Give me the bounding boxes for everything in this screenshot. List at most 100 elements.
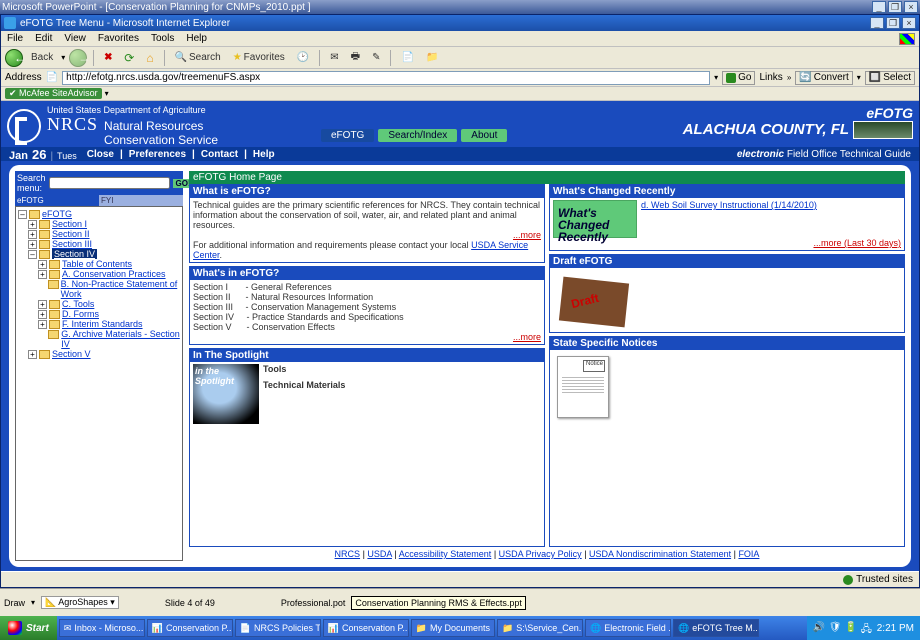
draft-folder-image[interactable] <box>557 274 627 326</box>
tray-icon[interactable]: 🔊 <box>813 622 825 634</box>
draw-label[interactable]: Draw <box>4 598 25 608</box>
ie-icon <box>4 17 16 29</box>
nrcs-sub2: Conservation Service <box>104 133 218 147</box>
footer-nondiscrimination[interactable]: USDA Nondiscrimination Statement <box>589 549 731 559</box>
convert-button[interactable]: 🔄Convert <box>795 71 852 85</box>
efotg-logo: eFOTG <box>683 105 913 121</box>
link-contact[interactable]: Contact <box>201 149 238 160</box>
history-button[interactable]: 🕑 <box>293 51 313 64</box>
home-button[interactable]: ⌂ <box>142 50 157 66</box>
slide-counter: Slide 4 of 49 <box>165 598 215 608</box>
menu-file[interactable]: File <box>7 33 23 44</box>
changed-more-link[interactable]: ...more (Last 30 days) <box>813 238 901 248</box>
panel-changed: What's Changed Recently What'sChangedRec… <box>549 184 905 251</box>
menu-edit[interactable]: Edit <box>35 33 52 44</box>
select-button[interactable]: 🔲Select <box>865 71 915 85</box>
task-ppt1[interactable]: 📊Conservation P... <box>147 619 233 637</box>
sidebar: Search menu: GO! eFOTG FYI –eFOTG +Secti… <box>15 171 183 561</box>
misc-icon-2[interactable]: 📁 <box>422 51 442 64</box>
panel-whats-in: What's in eFOTG? Section I - General Ref… <box>189 266 545 345</box>
tree-view[interactable]: –eFOTG +Section I +Section II +Section I… <box>15 206 183 561</box>
tray-icon[interactable]: 🔋 <box>845 622 857 634</box>
spotlight-tech-link[interactable]: Technical Materials <box>263 380 345 390</box>
footer-nrcs[interactable]: NRCS <box>335 549 361 559</box>
print-button[interactable]: 🖶 <box>347 48 364 67</box>
tree-s3[interactable]: Section III <box>52 239 92 249</box>
tab-efotg[interactable]: eFOTG <box>321 129 374 142</box>
tree-g[interactable]: G. Archive Materials - Section IV <box>61 329 180 349</box>
mail-button[interactable]: ✉ <box>326 51 342 64</box>
search-button[interactable]: 🔍Search <box>171 51 225 64</box>
more-link-1[interactable]: ...more <box>513 230 541 240</box>
start-button[interactable]: Start <box>0 616 57 640</box>
link-help[interactable]: Help <box>253 149 275 160</box>
sidebar-tab-fyi[interactable]: FYI <box>99 195 183 206</box>
tree-c[interactable]: C. Tools <box>62 299 94 309</box>
refresh-button[interactable]: ⟳ <box>120 50 138 66</box>
menu-favorites[interactable]: Favorites <box>98 33 139 44</box>
whats-changed-image: What'sChangedRecently <box>553 200 637 238</box>
tree-b[interactable]: B. Non-Practice Statement of Work <box>61 279 180 299</box>
ppt-min-button[interactable]: _ <box>872 1 886 13</box>
edit-button[interactable]: ✎ <box>368 51 384 64</box>
task-inbox[interactable]: ✉Inbox - Microso... <box>59 619 145 637</box>
address-input[interactable] <box>62 71 710 85</box>
task-nrcs[interactable]: 📄NRCS Policies T... <box>235 619 321 637</box>
spotlight-tools-link[interactable]: Tools <box>263 364 286 374</box>
tree-s1[interactable]: Section I <box>52 219 87 229</box>
ppt-close-button[interactable]: × <box>904 1 918 13</box>
stop-button[interactable]: ✖ <box>100 50 116 66</box>
tab-search[interactable]: Search/Index <box>378 129 457 142</box>
tree-s2[interactable]: Section II <box>52 229 90 239</box>
footer-usda[interactable]: USDA <box>367 549 392 559</box>
ppt-title-text: Microsoft PowerPoint - [Conservation Pla… <box>2 2 310 13</box>
tree-toc[interactable]: Table of Contents <box>62 259 132 269</box>
back-button[interactable]: ← <box>5 49 23 67</box>
ie-close-button[interactable]: × <box>902 17 916 29</box>
agroshapes-dropdown[interactable]: 📐 AgroShapes ▾ <box>41 596 119 609</box>
links-label[interactable]: Links <box>759 72 782 83</box>
footer-accessibility[interactable]: Accessibility Statement <box>399 549 492 559</box>
misc-icon-1[interactable]: 📄 <box>397 51 417 64</box>
footer-foia[interactable]: FOIA <box>738 549 759 559</box>
go-button[interactable]: Go <box>722 71 755 85</box>
ie-restore-button[interactable]: ❐ <box>886 17 900 29</box>
tree-s4[interactable]: Section IV <box>52 249 97 259</box>
forward-button[interactable]: → <box>69 49 87 67</box>
sidebar-tab-efotg[interactable]: eFOTG <box>15 195 99 206</box>
ie-status-bar: Trusted sites <box>1 571 919 587</box>
tray-icon[interactable]: 🛡 <box>829 622 841 634</box>
footer-privacy[interactable]: USDA Privacy Policy <box>499 549 582 559</box>
link-close[interactable]: Close <box>87 149 114 160</box>
main-area: Search menu: GO! eFOTG FYI –eFOTG +Secti… <box>9 165 911 567</box>
tree-f[interactable]: F. Interim Standards <box>62 319 143 329</box>
powerpoint-status-strip: Draw▾ 📐 AgroShapes ▾ Slide 4 of 49 Profe… <box>0 588 920 616</box>
task-efotg[interactable]: 🌐eFOTG Tree M... <box>673 619 759 637</box>
menu-help[interactable]: Help <box>186 33 207 44</box>
ppt-restore-button[interactable]: ❐ <box>888 1 902 13</box>
sidebar-search-input[interactable] <box>49 177 170 189</box>
changed-item-link[interactable]: d. Web Soil Survey Instructional (1/14/2… <box>641 200 817 238</box>
more-link-2[interactable]: ...more <box>513 332 541 342</box>
tree-a[interactable]: A. Conservation Practices <box>62 269 166 279</box>
tree-d[interactable]: D. Forms <box>62 309 99 319</box>
task-service[interactable]: 📁S:\Service_Cen... <box>497 619 583 637</box>
favorites-button[interactable]: ★Favorites <box>229 51 289 64</box>
link-prefs[interactable]: Preferences <box>129 149 186 160</box>
top-tabs: eFOTG Search/Index About <box>321 129 507 142</box>
tab-about[interactable]: About <box>461 129 507 142</box>
tree-s5[interactable]: Section V <box>52 349 91 359</box>
task-ppt2[interactable]: 📊Conservation P... <box>323 619 409 637</box>
menu-tools[interactable]: Tools <box>151 33 174 44</box>
task-mydocs[interactable]: 📁My Documents <box>411 619 495 637</box>
mcafee-badge[interactable]: ✔ McAfee SiteAdvisor <box>5 88 102 99</box>
page-icon: 📄 <box>46 72 58 83</box>
notice-document-image[interactable] <box>557 356 609 418</box>
tray-icon[interactable]: 🖧 <box>861 622 873 634</box>
ie-min-button[interactable]: _ <box>870 17 884 29</box>
menu-view[interactable]: View <box>64 33 86 44</box>
back-label[interactable]: Back <box>27 51 57 64</box>
task-efield[interactable]: 🌐Electronic Field ... <box>585 619 671 637</box>
tree-root[interactable]: eFOTG <box>42 209 72 219</box>
clock[interactable]: 2:21 PM <box>877 623 914 634</box>
